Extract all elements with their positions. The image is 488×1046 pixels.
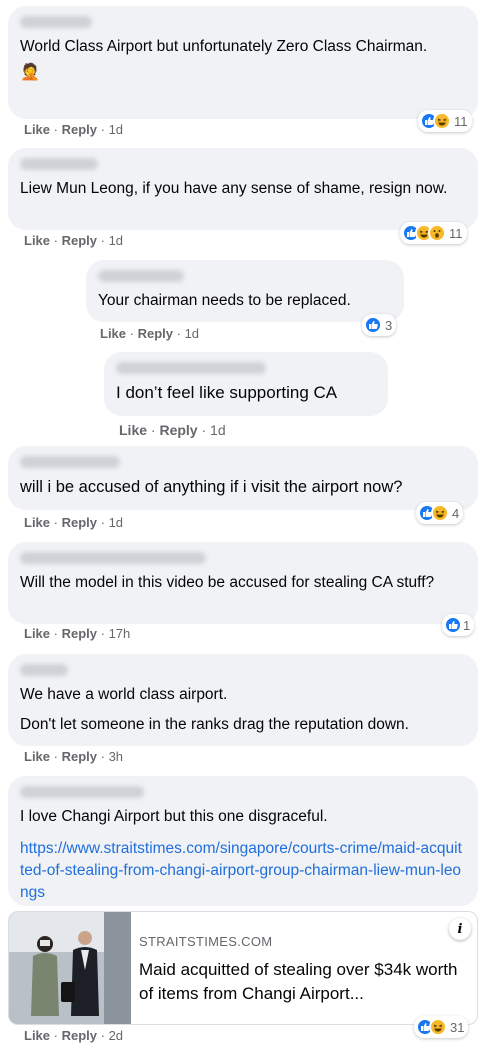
reaction-count: 31 (450, 1019, 465, 1035)
thumbs-up-icon (364, 316, 382, 334)
author-name-blurred[interactable] (116, 362, 266, 374)
comment-line: We have a world class airport. (20, 686, 228, 703)
article-domain: STRAITSTIMES.COM (139, 934, 273, 949)
laughing-face-icon (429, 1018, 447, 1036)
like-button[interactable]: Like (24, 515, 50, 530)
reply-button[interactable]: Reply (138, 326, 173, 341)
reaction-summary[interactable]: 11 (418, 110, 472, 132)
comment-bubble: We have a world class airport. Don't let… (8, 654, 478, 746)
reply-button[interactable]: Reply (62, 122, 97, 137)
comment-bubble: I love Changi Airport but this one disgr… (8, 776, 478, 906)
thumbs-up-icon (444, 616, 462, 634)
reaction-count: 1 (463, 617, 471, 633)
reaction-count: 11 (454, 113, 468, 129)
author-name-blurred[interactable] (20, 786, 144, 798)
comment-time[interactable]: 1d (109, 122, 123, 137)
author-name-blurred[interactable] (20, 158, 98, 170)
comment-text: Liew Mun Leong, if you have any sense of… (20, 180, 448, 197)
comment-actions: Like · Reply · 1d (24, 515, 124, 530)
comment-actions: Like · Reply · 1d (24, 122, 124, 137)
link-preview-card[interactable]: STRAITSTIMES.COM Maid acquitted of steal… (8, 911, 478, 1025)
comment-bubble: World Class Airport but unfortunately Ze… (8, 6, 478, 119)
comment-text: Will the model in this video be accused … (20, 574, 435, 591)
author-name-blurred[interactable] (20, 664, 68, 676)
comment-time[interactable]: 3h (109, 749, 123, 764)
like-button[interactable]: Like (24, 233, 50, 248)
author-name-blurred[interactable] (20, 456, 120, 468)
reply-button[interactable]: Reply (62, 1028, 97, 1043)
comment-actions: Like · Reply · 17h (24, 626, 131, 641)
surprised-face-icon (428, 224, 446, 242)
reply-button[interactable]: Reply (62, 233, 97, 248)
like-button[interactable]: Like (119, 422, 147, 438)
reaction-count: 11 (449, 225, 463, 241)
reply-button[interactable]: Reply (62, 749, 97, 764)
reply-button[interactable]: Reply (62, 515, 97, 530)
comment-actions: Like · Reply · 3h (24, 749, 124, 764)
article-link[interactable]: https://www.straitstimes.com/singapore/c… (20, 838, 466, 904)
facepalm-emoji: 🤦 (20, 64, 40, 81)
comment-time[interactable]: 1d (185, 326, 199, 341)
comment-bubble: will i be accused of anything if i visit… (8, 446, 478, 510)
comment-text: I don’t feel like supporting CA (116, 383, 338, 402)
author-name-blurred[interactable] (20, 552, 206, 564)
comment-line: Don't let someone in the ranks drag the … (20, 716, 409, 733)
reaction-summary[interactable]: 11 (400, 222, 467, 244)
reply-button[interactable]: Reply (62, 626, 97, 641)
laughing-face-icon (431, 504, 449, 522)
info-icon[interactable]: i (449, 918, 471, 940)
like-button[interactable]: Like (24, 122, 50, 137)
author-name-blurred[interactable] (98, 270, 184, 282)
comment-text: will i be accused of anything if i visit… (20, 478, 403, 496)
reaction-count: 3 (385, 317, 393, 333)
like-button[interactable]: Like (24, 626, 50, 641)
comment-actions: Like · Reply · 1d (119, 422, 226, 438)
comment-bubble: Liew Mun Leong, if you have any sense of… (8, 148, 478, 230)
reply-bubble: I don’t feel like supporting CA (104, 352, 388, 416)
author-name-blurred[interactable] (20, 16, 92, 28)
reaction-count: 4 (452, 505, 460, 521)
comment-time[interactable]: 1d (109, 233, 123, 248)
article-thumbnail (9, 912, 131, 1024)
comment-text: Your chairman needs to be replaced. (98, 292, 351, 309)
like-button[interactable]: Like (100, 326, 126, 341)
comment-actions: Like · Reply · 1d (24, 233, 124, 248)
comment-time[interactable]: 1d (109, 515, 123, 530)
like-button[interactable]: Like (24, 1028, 50, 1043)
comment-bubble: Will the model in this video be accused … (8, 542, 478, 624)
reaction-summary[interactable]: 4 (416, 502, 464, 524)
comment-text: We have a world class airport. Don't let… (20, 684, 466, 736)
comment-time[interactable]: 2d (109, 1028, 123, 1043)
comment-text: I love Changi Airport but this one disgr… (20, 808, 328, 825)
comment-text: World Class Airport but unfortunately Ze… (20, 38, 428, 55)
reply-button[interactable]: Reply (159, 422, 197, 438)
reaction-summary[interactable]: 1 (442, 614, 475, 636)
like-button[interactable]: Like (24, 749, 50, 764)
reaction-summary[interactable]: 31 (414, 1016, 469, 1038)
comment-actions: Like · Reply · 1d (100, 326, 200, 341)
article-title[interactable]: Maid acquitted of stealing over $34k wor… (139, 958, 469, 1006)
reaction-summary[interactable]: 3 (362, 314, 397, 336)
reply-bubble: Your chairman needs to be replaced. (86, 260, 404, 322)
comment-time[interactable]: 17h (109, 626, 131, 641)
comment-actions: Like · Reply · 2d (24, 1028, 124, 1043)
laughing-face-icon (433, 112, 451, 130)
comment-time[interactable]: 1d (210, 422, 226, 438)
